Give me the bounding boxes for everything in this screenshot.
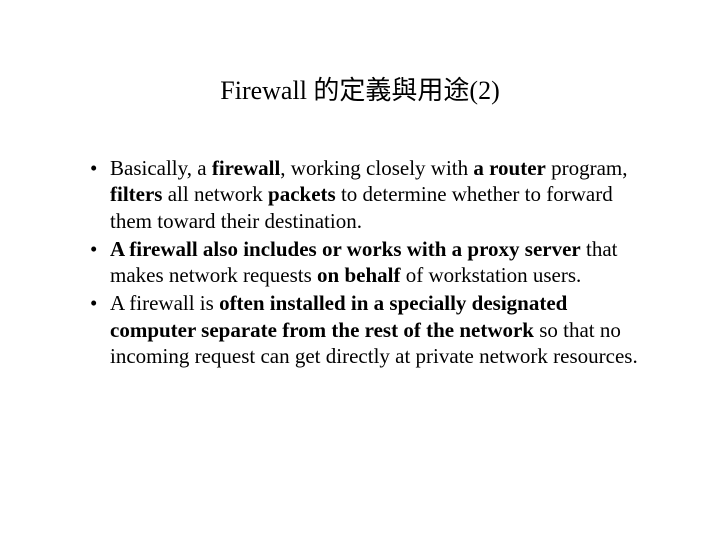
text-segment: , working closely with <box>280 156 473 180</box>
bullet-list: Basically, a firewall, working closely w… <box>90 155 650 369</box>
slide-title: Firewall 的定義與用途(2) <box>60 70 660 107</box>
bullet-item: Basically, a firewall, working closely w… <box>90 155 650 234</box>
bullet-item: A firewall also includes or works with a… <box>90 236 650 289</box>
text-segment: A firewall also includes or works with a… <box>110 237 581 261</box>
text-segment: of workstation users. <box>400 263 581 287</box>
text-segment: A firewall is <box>110 291 219 315</box>
text-segment: packets <box>268 182 336 206</box>
text-segment: on behalf <box>317 263 400 287</box>
text-segment: firewall <box>212 156 280 180</box>
text-segment: a router <box>473 156 546 180</box>
bullet-item: A firewall is often installed in a speci… <box>90 290 650 369</box>
slide-content: Basically, a firewall, working closely w… <box>60 155 660 369</box>
text-segment: program, <box>546 156 628 180</box>
text-segment: Basically, a <box>110 156 212 180</box>
text-segment: all network <box>162 182 268 206</box>
text-segment: filters <box>110 182 162 206</box>
